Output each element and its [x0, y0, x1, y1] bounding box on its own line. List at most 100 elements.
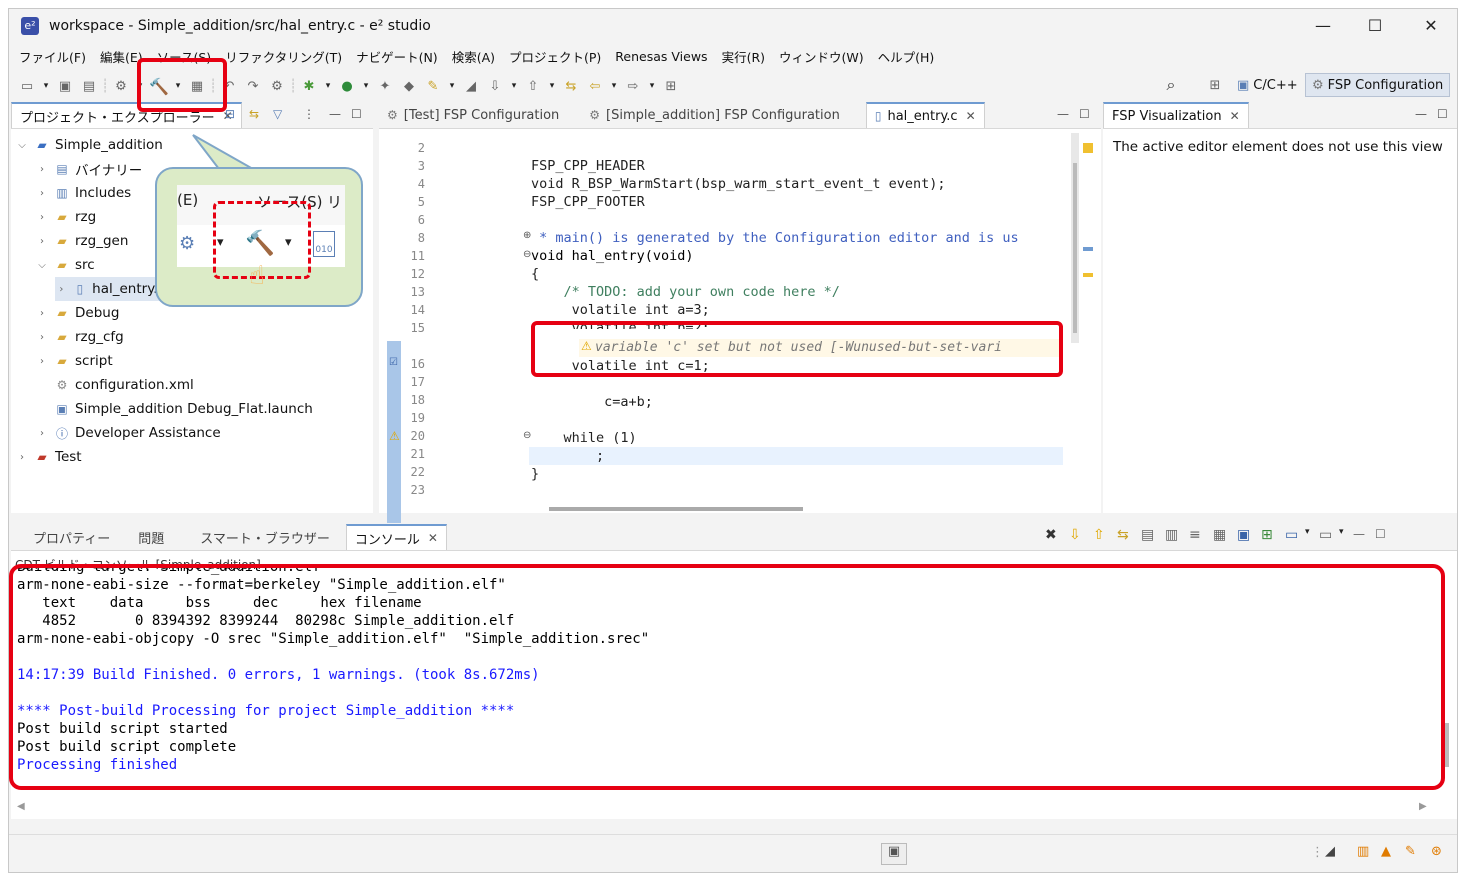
status-wand-icon[interactable]: ✎ [1405, 844, 1416, 859]
code-line[interactable]: volatile int a=3; [531, 302, 710, 318]
chevron-down-icon[interactable]: ▾ [1339, 527, 1353, 543]
magic-wand-icon[interactable]: ✎ [423, 76, 443, 96]
close-icon[interactable]: ✕ [1230, 109, 1240, 123]
menu-run[interactable]: 実行(R) [722, 47, 765, 66]
twisty-icon[interactable]: ⌵ [35, 260, 49, 271]
overview-warning-marker[interactable] [1083, 143, 1093, 153]
tab-fsp-visualization[interactable]: FSP Visualization ✕ [1103, 102, 1249, 128]
overview-marker[interactable] [1083, 273, 1093, 277]
tab-hal-entry[interactable]: ▯ hal_entry.c ✕ [865, 102, 985, 128]
code-line[interactable]: } [531, 466, 539, 482]
twisty-icon[interactable]: › [35, 236, 49, 247]
twisty-icon[interactable]: › [35, 332, 49, 343]
code-line[interactable]: * main() is generated by the Configurati… [531, 230, 1019, 246]
copy-icon[interactable]: ▦ [1213, 527, 1237, 543]
marker-icon[interactable]: ◢ [461, 76, 481, 96]
open-perspective-icon[interactable]: ⊞ [1205, 75, 1225, 95]
twisty-icon[interactable]: › [35, 428, 49, 439]
tree-item[interactable]: › ▰ Test [15, 445, 82, 469]
open-type-icon[interactable]: ◆ [399, 76, 419, 96]
vertical-scrollbar[interactable] [1071, 133, 1079, 343]
debug-icon[interactable]: ✱ [299, 76, 319, 96]
twisty-icon[interactable]: › [35, 212, 49, 223]
chevron-down-icon[interactable]: ▾ [647, 76, 657, 96]
tree-item[interactable]: ⚙ configuration.xml [35, 373, 194, 397]
menu-renesas-views[interactable]: Renesas Views [615, 49, 707, 64]
chevron-down-icon[interactable]: ▾ [323, 76, 333, 96]
tab-problems[interactable]: 問題 [130, 524, 172, 550]
back-icon[interactable]: ⇦ [585, 76, 605, 96]
menu-window[interactable]: ウィンドウ(W) [779, 47, 864, 66]
minimize-view-icon[interactable]: — [329, 107, 341, 121]
tree-item[interactable]: › ▰ Debug [35, 301, 119, 325]
chevron-down-icon[interactable]: ▾ [361, 76, 371, 96]
prev-error-icon[interactable]: ⇧ [1093, 527, 1117, 543]
minimize-view-icon[interactable]: — [1353, 527, 1375, 543]
tree-item[interactable]: › ▤ バイナリー [35, 157, 142, 181]
twisty-icon[interactable]: › [15, 452, 29, 463]
menu-search[interactable]: 検索(A) [452, 47, 495, 66]
build-config-icon[interactable]: ⚙ [111, 76, 131, 96]
twisty-icon[interactable]: › [35, 188, 49, 199]
code-line[interactable]: while (1) [531, 430, 637, 446]
save-all-icon[interactable]: ▤ [79, 76, 99, 96]
chevron-down-icon[interactable]: ▾ [41, 76, 51, 96]
twisty-icon[interactable]: › [55, 284, 68, 295]
status-help-icon[interactable]: ⊛ [1431, 844, 1442, 859]
status-task-icon[interactable]: ▣ [881, 843, 907, 865]
perspective-fsp[interactable]: ⚙ FSP Configuration [1305, 73, 1451, 97]
menu-refactor[interactable]: リファクタリング(T) [225, 47, 342, 66]
chevron-down-icon[interactable]: ▾ [1305, 527, 1319, 543]
minimize-view-icon[interactable]: — [1057, 107, 1069, 121]
code-line[interactable]: void R_BSP_WarmStart(bsp_warm_start_even… [531, 176, 946, 192]
twisty-icon[interactable]: ⌵ [15, 140, 29, 151]
status-hat-icon[interactable]: ▲ [1381, 844, 1391, 859]
chevron-down-icon[interactable]: ▾ [509, 76, 519, 96]
menu-project[interactable]: プロジェクト(P) [509, 47, 601, 66]
tree-item[interactable]: › ▰ rzg [35, 205, 96, 229]
tab-console[interactable]: コンソール ✕ [345, 524, 447, 550]
view-menu-icon[interactable]: ⋮ [303, 107, 315, 121]
code-line[interactable]: c=a+b; [531, 394, 653, 410]
horizontal-scroll-thumb[interactable] [549, 507, 803, 511]
close-icon[interactable]: ✕ [428, 531, 438, 545]
minimize-button[interactable]: — [1295, 9, 1351, 43]
filter-icon[interactable]: ▽ [273, 107, 282, 121]
tree-item[interactable]: › ▰ rzg_cfg [35, 325, 124, 349]
code-line[interactable]: FSP_CPP_HEADER [531, 158, 645, 174]
tree-item[interactable]: ⌵ ▰ Simple_addition [15, 133, 163, 157]
tab-properties[interactable]: プロパティー [25, 524, 118, 550]
link-icon[interactable]: ⇆ [1117, 527, 1141, 543]
code-line[interactable]: /* TODO: add your own code here */ [531, 284, 840, 300]
search-icon[interactable]: ⌕ [1161, 75, 1181, 95]
tree-item[interactable]: › ⓘ Developer Assistance [35, 421, 221, 445]
display-console-icon[interactable]: ▭ [1285, 527, 1305, 543]
run-icon[interactable]: ● [337, 76, 357, 96]
prev-annotation-icon[interactable]: ⇧ [523, 76, 543, 96]
twisty-icon[interactable]: › [35, 356, 49, 367]
tree-item[interactable]: › ▰ rzg_gen [35, 229, 128, 253]
pin-console-icon[interactable]: ▣ [1237, 527, 1261, 543]
redo-icon[interactable]: ↷ [243, 76, 263, 96]
minimize-view-icon[interactable]: — [1415, 107, 1427, 121]
maximize-view-icon[interactable]: ☐ [1375, 527, 1397, 543]
perspective-cpp[interactable]: ▣ C/C++ [1231, 73, 1304, 97]
menu-navigate[interactable]: ナビゲート(N) [356, 47, 438, 66]
tab-test-fsp[interactable]: ⚙ [Test] FSP Configuration [379, 102, 567, 128]
status-book-icon[interactable]: ▥ [1357, 844, 1369, 859]
tree-item[interactable]: › ▥ Includes [35, 181, 131, 205]
word-wrap-icon[interactable]: ▥ [1165, 527, 1189, 543]
code-line[interactable]: FSP_CPP_FOOTER [531, 194, 645, 210]
code-line[interactable]: void hal_entry(void) [531, 248, 694, 264]
collapse-all-icon[interactable]: ⊟ [225, 107, 235, 121]
menu-help[interactable]: ヘルプ(H) [878, 47, 935, 66]
show-console-icon[interactable]: ≡ [1189, 527, 1213, 543]
chevron-down-icon[interactable]: ▾ [609, 76, 619, 96]
pin-editor-icon[interactable]: ⊞ [661, 76, 681, 96]
maximize-view-icon[interactable]: ☐ [1079, 107, 1090, 121]
next-annotation-icon[interactable]: ⇩ [485, 76, 505, 96]
external-tools-icon[interactable]: ✦ [375, 76, 395, 96]
tab-smart-browser[interactable]: スマート・ブラウザー [192, 524, 338, 550]
scroll-right-icon[interactable]: ▶ [1419, 801, 1427, 812]
chevron-down-icon[interactable]: ▾ [547, 76, 557, 96]
